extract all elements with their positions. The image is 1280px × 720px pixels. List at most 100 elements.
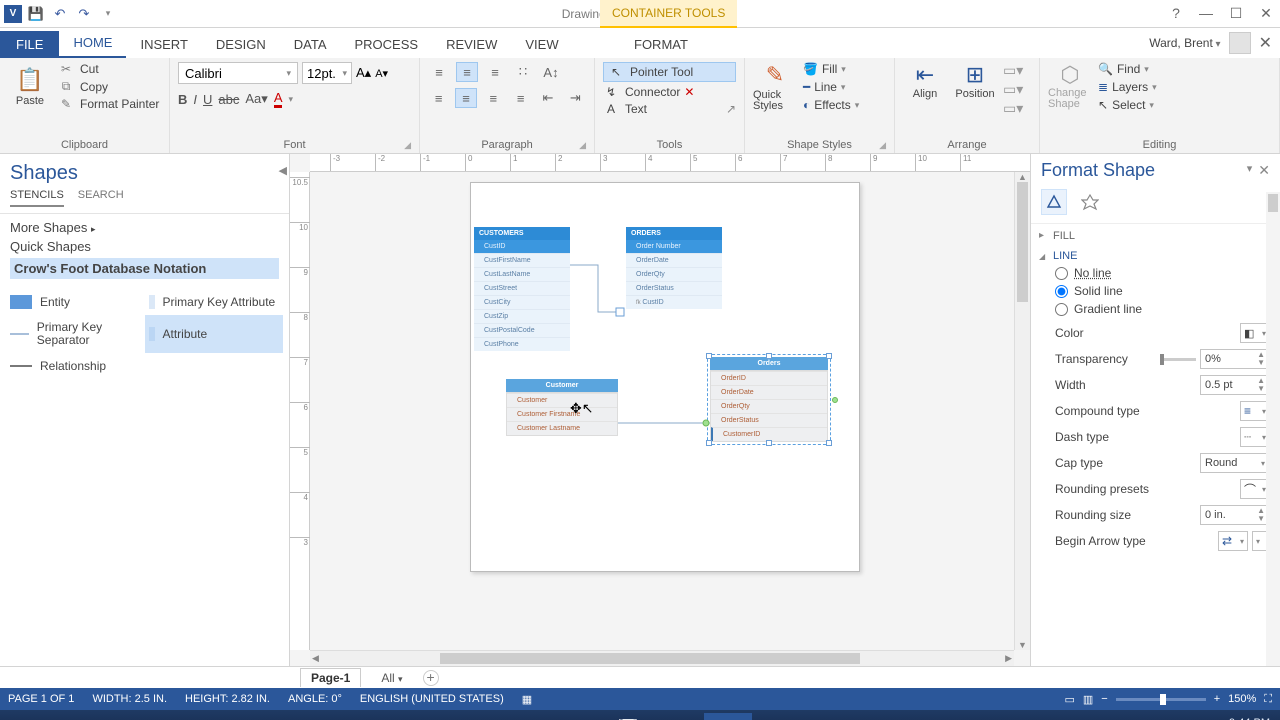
canvas[interactable]: -3-2-1 012 345 678 91011 10.5109 876 543… xyxy=(290,154,1030,666)
taskbar-mcafee-icon[interactable]: 🛡 xyxy=(554,713,602,720)
shapes-tab-search[interactable]: SEARCH xyxy=(78,189,124,207)
file-tab[interactable]: FILE xyxy=(0,31,59,58)
taskbar-word-icon[interactable]: W xyxy=(354,713,402,720)
entity-orders[interactable]: ORDERS Order Number OrderDate OrderQty O… xyxy=(626,227,722,309)
format-painter-button[interactable]: ✎Format Painter xyxy=(58,97,159,111)
taskbar-notepad-icon[interactable]: 📄 xyxy=(204,713,252,720)
select-button[interactable]: ↖Select▾ xyxy=(1098,98,1157,112)
fill-button[interactable]: 🪣Fill▾ xyxy=(803,62,859,76)
help-icon[interactable]: ? xyxy=(1166,5,1186,22)
taskbar-visio-icon[interactable]: V xyxy=(704,713,752,720)
fit-window-icon[interactable]: ⛶ xyxy=(1264,693,1272,706)
bullets-icon[interactable]: ∷ xyxy=(512,62,534,82)
transparency-value[interactable]: 0%▲▼ xyxy=(1200,349,1270,369)
zoom-out-icon[interactable]: − xyxy=(1101,693,1107,705)
tab-design[interactable]: DESIGN xyxy=(202,31,280,58)
status-macro-icon[interactable]: ▦ xyxy=(522,693,532,706)
tab-process[interactable]: PROCESS xyxy=(341,31,433,58)
transparency-slider[interactable] xyxy=(1160,358,1196,361)
line-button[interactable]: ━Line▾ xyxy=(803,80,859,94)
page-tab-all[interactable]: All ▾ xyxy=(371,669,412,687)
shapes-collapse-icon[interactable]: ◀ xyxy=(279,164,287,177)
effects-button[interactable]: ◐Effects▾ xyxy=(803,98,859,112)
taskbar-logo-icon[interactable]: LOGO xyxy=(504,713,552,720)
format-pane-scrollbar[interactable] xyxy=(1266,192,1280,666)
effects-tab-icon[interactable] xyxy=(1077,189,1103,215)
qat-customize-icon[interactable]: ▾ xyxy=(98,4,118,24)
font-size-combo[interactable]: 12pt.▾ xyxy=(302,62,352,84)
text-tool-button[interactable]: AText xyxy=(603,102,647,116)
taskbar-settings-icon[interactable]: ⚙ xyxy=(304,713,352,720)
entity-customer2[interactable]: Customer Customer Customer Firstname Cus… xyxy=(506,379,618,436)
tab-insert[interactable]: INSERT xyxy=(126,31,201,58)
text-direction-icon[interactable]: A↕ xyxy=(540,62,562,82)
font-color-button[interactable]: A xyxy=(274,90,283,108)
quick-shapes-link[interactable]: Quick Shapes xyxy=(10,239,279,254)
tab-review[interactable]: REVIEW xyxy=(432,31,511,58)
page-tab-1[interactable]: Page-1 xyxy=(300,668,361,687)
align-bottom-icon[interactable]: ≡ xyxy=(484,62,506,82)
fill-line-tab-icon[interactable] xyxy=(1041,189,1067,215)
line-width-value[interactable]: 0.5 pt▲▼ xyxy=(1200,375,1270,395)
increase-indent-icon[interactable]: ⇥ xyxy=(565,88,586,108)
change-shape-button[interactable]: ⬡Change Shape xyxy=(1048,62,1092,112)
stencil-pk-attribute[interactable]: Primary Key Attribute xyxy=(145,289,284,315)
begin-arrow-picker[interactable]: ⇄▾ xyxy=(1218,531,1248,551)
tab-home[interactable]: HOME xyxy=(59,29,126,58)
connector-customers-orders[interactable] xyxy=(570,262,626,322)
minimize-icon[interactable]: — xyxy=(1196,5,1216,22)
stencil-relationship[interactable]: Relationship xyxy=(6,353,145,379)
close-icon[interactable]: ✕ xyxy=(1256,5,1276,22)
zoom-slider[interactable] xyxy=(1116,698,1206,701)
taskbar-firefox-icon[interactable]: ◐ xyxy=(404,713,452,720)
radio-gradient-line[interactable]: Gradient line xyxy=(1055,302,1270,316)
italic-button[interactable]: I xyxy=(193,92,197,107)
font-launcher-icon[interactable]: ◢ xyxy=(404,140,411,151)
scrollbar-h-thumb[interactable] xyxy=(440,653,860,664)
zoom-in-icon[interactable]: + xyxy=(1214,693,1220,705)
connector-tool-button[interactable]: ↯Connector xyxy=(603,85,680,99)
taskbar-explorer-icon[interactable]: 📁 xyxy=(104,713,152,720)
stencil-pk-separator[interactable]: Primary Key Separator xyxy=(6,315,145,353)
position-button[interactable]: ⊞Position xyxy=(953,62,997,117)
shape-styles-launcher-icon[interactable]: ◢ xyxy=(879,140,886,151)
align-top-icon[interactable]: ≡ xyxy=(428,62,450,82)
align-button[interactable]: ⇤Align xyxy=(903,62,947,117)
connector-x-icon[interactable]: ✕ xyxy=(684,85,694,99)
case-button[interactable]: Aa▾ xyxy=(245,91,267,107)
strike-button[interactable]: abc xyxy=(218,92,239,107)
zoom-level[interactable]: 150% xyxy=(1228,693,1256,705)
entity-orders2[interactable]: Orders OrderID OrderDate OrderQty OrderS… xyxy=(710,357,828,442)
stencil-crowsfoot[interactable]: Crow's Foot Database Notation xyxy=(10,258,279,279)
bold-button[interactable]: B xyxy=(178,92,187,107)
connector-customer2-orders2[interactable] xyxy=(618,419,710,427)
status-language[interactable]: ENGLISH (UNITED STATES) xyxy=(360,693,504,705)
more-shapes-link[interactable]: More Shapes ▸ xyxy=(10,220,279,235)
align-middle-icon[interactable]: ≡ xyxy=(456,62,478,82)
view-fit-icon[interactable]: ▥ xyxy=(1083,693,1093,706)
layers-button[interactable]: ≣Layers▾ xyxy=(1098,80,1157,94)
start-button[interactable] xyxy=(4,713,52,720)
find-button[interactable]: 🔍Find▾ xyxy=(1098,62,1157,76)
align-center-icon[interactable]: ≡ xyxy=(455,88,476,108)
font-name-combo[interactable]: Calibri▾ xyxy=(178,62,298,84)
scrollbar-horizontal[interactable]: ◀ ▶ xyxy=(310,650,1014,666)
radio-no-line[interactable]: No line xyxy=(1055,266,1270,280)
cut-button[interactable]: ✂Cut xyxy=(58,62,159,76)
taskbar-powerpoint-icon[interactable]: P xyxy=(454,713,502,720)
shapes-tab-stencils[interactable]: STENCILS xyxy=(10,189,64,207)
bring-front-icon[interactable]: ▭▾ xyxy=(1003,62,1023,79)
shrink-font-icon[interactable]: A▾ xyxy=(375,67,388,80)
taskbar-app1-icon[interactable]: 🗔 xyxy=(604,713,652,720)
scrollbar-v-thumb[interactable] xyxy=(1017,182,1028,302)
tab-data[interactable]: DATA xyxy=(280,31,341,58)
view-presentation-icon[interactable]: ▭ xyxy=(1064,693,1074,706)
paste-button[interactable]: 📋 Paste xyxy=(8,62,52,111)
user-avatar[interactable] xyxy=(1229,32,1251,54)
stencil-entity[interactable]: Entity xyxy=(6,289,145,315)
grow-font-icon[interactable]: A▴ xyxy=(356,65,371,81)
quick-styles-button[interactable]: ✎ Quick Styles xyxy=(753,62,797,112)
qat-save-icon[interactable]: 💾 xyxy=(26,4,46,24)
section-line[interactable]: LINE xyxy=(1031,244,1280,264)
radio-solid-line[interactable]: Solid line xyxy=(1055,284,1270,298)
